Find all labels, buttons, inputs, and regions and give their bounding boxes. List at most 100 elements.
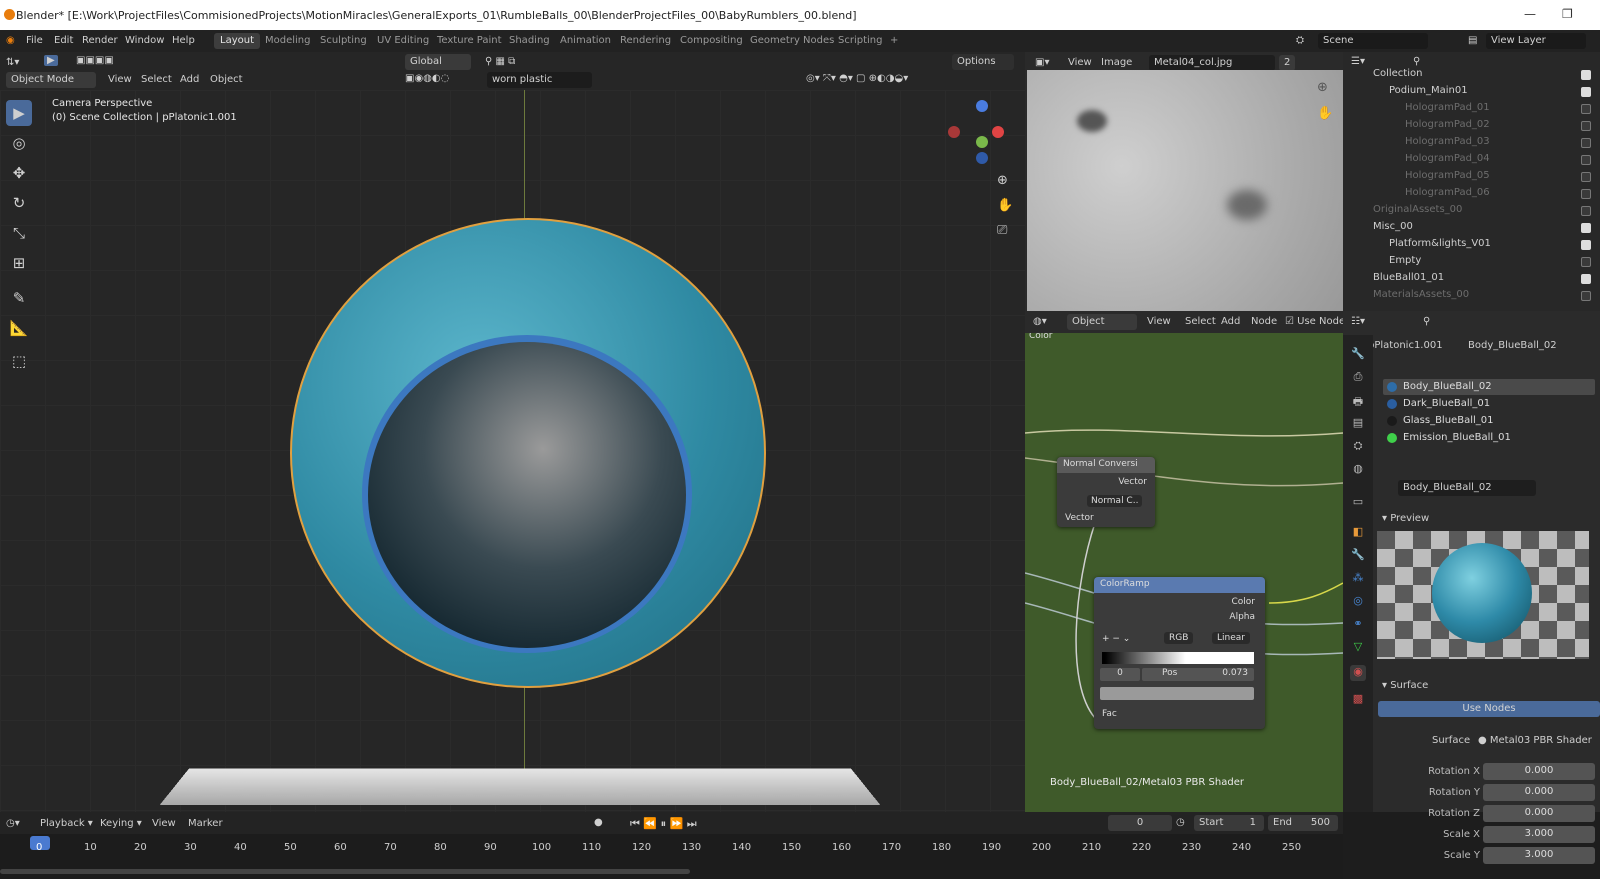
tab-layout[interactable]: Layout bbox=[214, 33, 260, 49]
outliner-originalassets[interactable]: OriginalAssets_00 bbox=[1373, 204, 1462, 221]
use-nodes-checkbox[interactable]: ☑ Use Nodes bbox=[1285, 316, 1350, 327]
camera-view-icon[interactable]: ⎚ bbox=[997, 223, 1007, 238]
surface-panel-header[interactable]: ▾ Surface bbox=[1382, 680, 1428, 691]
material-search-input[interactable]: worn plastic bbox=[487, 72, 592, 88]
exclude-checkbox[interactable] bbox=[1581, 87, 1591, 97]
world-tab-icon[interactable]: ◍ bbox=[1350, 462, 1366, 478]
tab-animation[interactable]: Animation bbox=[554, 33, 617, 49]
exclude-checkbox[interactable] bbox=[1581, 240, 1591, 250]
node-menu-node[interactable]: Node bbox=[1251, 316, 1277, 327]
exclude-checkbox[interactable] bbox=[1581, 104, 1591, 114]
outliner-hologrampad-01[interactable]: HologramPad_01 bbox=[1405, 102, 1490, 119]
image-editor-type-icon[interactable]: ▣▾ bbox=[1035, 57, 1049, 68]
outliner-misc[interactable]: Misc_00 bbox=[1373, 221, 1413, 238]
view-layer-field[interactable]: View Layer bbox=[1486, 33, 1586, 49]
shading-mode-icons[interactable]: ▣◉◍◐◌ bbox=[405, 73, 449, 84]
outliner-collection[interactable]: Collection bbox=[1373, 68, 1422, 85]
exclude-checkbox[interactable] bbox=[1581, 291, 1591, 301]
ramp-position-field[interactable]: Pos 0.073 bbox=[1142, 668, 1254, 681]
timeline-menu-playback[interactable]: Playback ▾ bbox=[40, 818, 93, 829]
cursor-tool-icon[interactable]: ◎ bbox=[6, 130, 32, 156]
exclude-checkbox[interactable] bbox=[1581, 206, 1591, 216]
overlay-icons[interactable]: ◎▾ ⤧▾ ◓▾ ▢ ⊕◐◑◒▾ bbox=[806, 73, 908, 84]
exclude-checkbox[interactable] bbox=[1581, 189, 1591, 199]
surface-shader-field[interactable]: ● Metal03 PBR Shader bbox=[1478, 735, 1592, 746]
outliner-search-icon[interactable]: ⚲ bbox=[1413, 56, 1420, 67]
pivot-icons[interactable]: ⚲ ▦ ⧉ bbox=[485, 56, 515, 67]
menu-edit[interactable]: Edit bbox=[54, 35, 73, 46]
measure-tool-icon[interactable]: 📐 bbox=[6, 315, 32, 341]
outliner-hologrampad-05[interactable]: HologramPad_05 bbox=[1405, 170, 1490, 187]
constraints-tab-icon[interactable]: ⚭ bbox=[1350, 617, 1366, 633]
image-pan-icon[interactable]: ✋ bbox=[1317, 106, 1333, 121]
move-tool-icon[interactable]: ✥ bbox=[6, 160, 32, 186]
node-menu-select[interactable]: Select bbox=[1185, 316, 1216, 327]
scene-field[interactable]: Scene bbox=[1318, 33, 1428, 49]
colorramp-node[interactable]: ColorRamp Color Alpha + − ⌄ RGB Linear 0… bbox=[1094, 577, 1265, 729]
properties-type-icon[interactable]: ☷▾ bbox=[1351, 316, 1365, 327]
timeline-menu-view[interactable]: View bbox=[152, 818, 176, 829]
timeline-menu-marker[interactable]: Marker bbox=[188, 818, 223, 829]
select-tool-icon[interactable]: ▶ bbox=[44, 55, 58, 66]
gizmo-z-axis[interactable] bbox=[976, 100, 988, 112]
exclude-checkbox[interactable] bbox=[1581, 155, 1591, 165]
material-slot[interactable]: Emission_BlueBall_01 bbox=[1383, 430, 1595, 446]
image-menu-view[interactable]: View bbox=[1068, 57, 1092, 68]
exclude-checkbox[interactable] bbox=[1581, 121, 1591, 131]
image-name-field[interactable]: Metal04_col.jpg bbox=[1149, 55, 1275, 71]
outliner-platform-lights[interactable]: Platform&lights_V01 bbox=[1389, 238, 1491, 255]
material-slot[interactable]: Glass_BlueBall_01 bbox=[1383, 413, 1595, 429]
image-menu-image[interactable]: Image bbox=[1101, 57, 1132, 68]
viewport-menu-select[interactable]: Select bbox=[141, 74, 172, 85]
tab-geometry-nodes[interactable]: Geometry Nodes bbox=[744, 33, 840, 49]
selection-mode-icons[interactable]: ▣▣▣▣ bbox=[76, 55, 114, 66]
exclude-checkbox[interactable] bbox=[1581, 257, 1591, 267]
scale-x-row[interactable]: Scale X 3.000 bbox=[1343, 826, 1600, 844]
transform-tool-icon[interactable]: ⊞ bbox=[6, 250, 32, 276]
shader-type-dropdown[interactable]: Object bbox=[1067, 314, 1137, 330]
image-zoom-icon[interactable]: ⊕ bbox=[1317, 80, 1328, 95]
end-frame-field[interactable]: End 500 bbox=[1268, 815, 1338, 831]
ramp-stop-index[interactable]: 0 bbox=[1100, 668, 1140, 681]
color-ramp-gradient[interactable] bbox=[1102, 652, 1254, 664]
outliner-blueball[interactable]: BlueBall01_01 bbox=[1373, 272, 1444, 289]
tab-texture-paint[interactable]: Texture Paint bbox=[431, 33, 508, 49]
menu-help[interactable]: Help bbox=[172, 35, 195, 46]
start-frame-field[interactable]: Start 1 bbox=[1194, 815, 1264, 831]
texture-tab-icon[interactable]: ▩ bbox=[1350, 692, 1366, 708]
outliner-materialsassets[interactable]: MaterialsAssets_00 bbox=[1373, 289, 1469, 306]
select-box-tool-icon[interactable]: ▶ bbox=[6, 100, 32, 126]
viewport-menu-add[interactable]: Add bbox=[180, 74, 199, 85]
playback-controls[interactable]: ⏮ ⏪ ⏸ ⏩ ⏭ bbox=[630, 817, 697, 831]
add-cube-tool-icon[interactable]: ⬚ bbox=[6, 348, 32, 374]
gizmo-neg-x-axis[interactable] bbox=[948, 126, 960, 138]
exclude-checkbox[interactable] bbox=[1581, 274, 1591, 284]
scale-tool-icon[interactable]: ⤡ bbox=[6, 220, 32, 246]
image-users-count[interactable]: 2 bbox=[1279, 55, 1295, 71]
ramp-stop-color[interactable] bbox=[1100, 687, 1254, 700]
texture-preview[interactable]: ⊕ ✋ bbox=[1027, 70, 1343, 311]
exclude-checkbox[interactable] bbox=[1581, 223, 1591, 233]
collection-tab-icon[interactable]: ▭ bbox=[1350, 495, 1366, 511]
viewport-menu-object[interactable]: Object bbox=[210, 74, 243, 85]
view-layer-tab-icon[interactable]: ▤ bbox=[1350, 416, 1366, 432]
physics-tab-icon[interactable]: ◎ bbox=[1350, 594, 1366, 610]
menu-render[interactable]: Render bbox=[82, 35, 118, 46]
node-editor-type-icon[interactable]: ◍▾ bbox=[1033, 316, 1047, 327]
properties-search-icon[interactable]: ⚲ bbox=[1423, 316, 1430, 327]
outliner-hologrampad-06[interactable]: HologramPad_06 bbox=[1405, 187, 1490, 204]
use-nodes-button[interactable]: Use Nodes bbox=[1378, 701, 1600, 717]
pan-hand-icon[interactable]: ✋ bbox=[997, 198, 1013, 213]
exclude-checkbox[interactable] bbox=[1581, 138, 1591, 148]
outliner-hologrampad-02[interactable]: HologramPad_02 bbox=[1405, 119, 1490, 136]
material-slot[interactable]: Dark_BlueBall_01 bbox=[1383, 396, 1595, 412]
rotate-tool-icon[interactable]: ↻ bbox=[6, 190, 32, 216]
timeline-menu-keying[interactable]: Keying ▾ bbox=[100, 818, 142, 829]
orientation-dropdown[interactable]: Global bbox=[405, 54, 471, 70]
outliner-type-icon[interactable]: ☰▾ bbox=[1351, 56, 1365, 67]
node-editor-canvas[interactable]: Color Normal Conversi Vector Normal C.. … bbox=[1025, 333, 1343, 812]
minimize-button[interactable]: — bbox=[1524, 7, 1536, 21]
node-menu-add[interactable]: Add bbox=[1221, 316, 1240, 327]
ramp-color-mode[interactable]: RGB bbox=[1164, 632, 1194, 644]
timeline-scrollbar[interactable] bbox=[0, 869, 690, 874]
